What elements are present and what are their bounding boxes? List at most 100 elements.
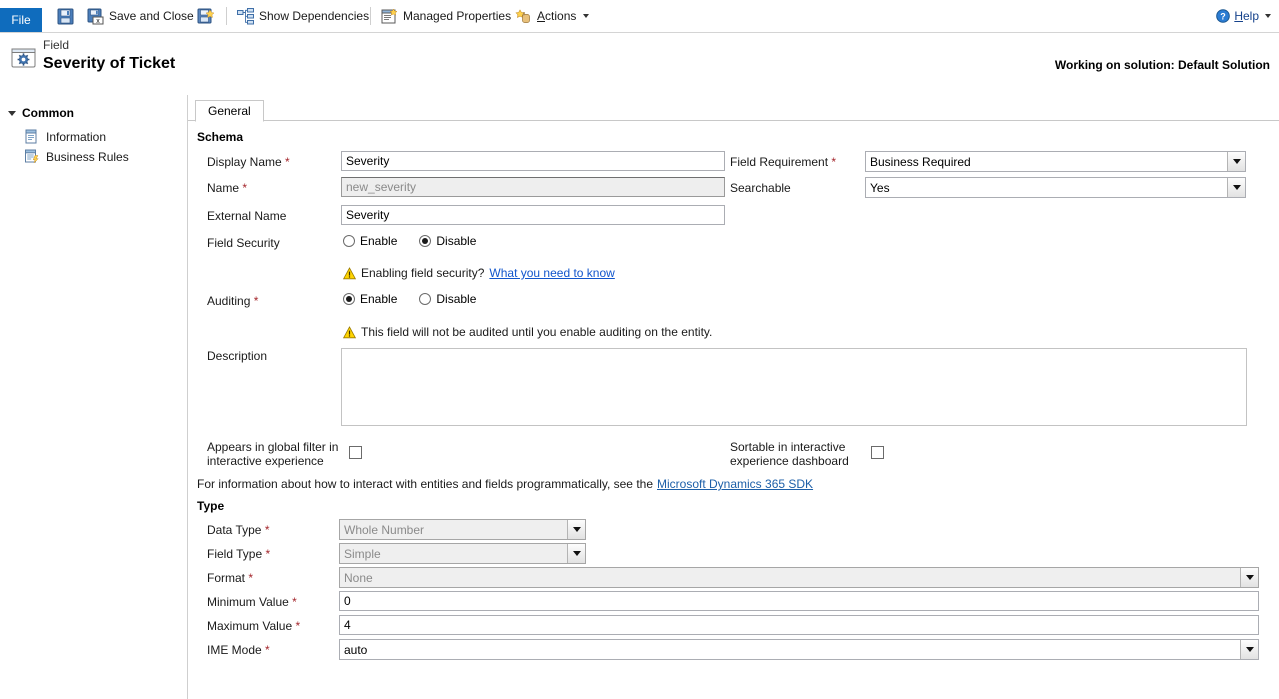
name-label: Name * bbox=[207, 181, 247, 195]
save-as-new-button[interactable] bbox=[194, 0, 217, 32]
field-entity-icon bbox=[10, 46, 37, 76]
show-dependencies-button[interactable]: Show Dependencies bbox=[234, 0, 372, 32]
save-and-close-button[interactable]: x Save and Close bbox=[84, 0, 197, 32]
required-asterisk: * bbox=[245, 571, 253, 585]
auditing-radio-group: Enable Disable bbox=[343, 292, 476, 306]
field-type-chevron-down-icon bbox=[567, 544, 585, 563]
sortable-label: Sortable in interactive experience dashb… bbox=[730, 440, 880, 468]
what-you-need-to-know-link[interactable]: What you need to know bbox=[489, 266, 614, 280]
ime-mode-select[interactable]: auto bbox=[339, 639, 1259, 660]
field-type-label-text: Field Type bbox=[207, 547, 262, 561]
required-asterisk: * bbox=[262, 643, 270, 657]
page-title: Severity of Ticket bbox=[43, 55, 175, 73]
help-accesskey: H bbox=[1234, 9, 1243, 23]
maximum-value-input[interactable] bbox=[339, 615, 1259, 635]
sortable-label-line2: experience dashboard bbox=[730, 454, 849, 468]
required-asterisk: * bbox=[261, 523, 269, 537]
field-requirement-select[interactable]: Business Required bbox=[865, 151, 1246, 172]
save-icon bbox=[57, 8, 74, 25]
dynamics-365-sdk-link[interactable]: Microsoft Dynamics 365 SDK bbox=[657, 477, 813, 491]
expand-collapse-icon bbox=[8, 111, 16, 116]
field-requirement-label-text: Field Requirement bbox=[730, 155, 828, 169]
ribbon-toolbar: File x bbox=[0, 0, 1279, 33]
field-security-enable-radio[interactable]: Enable bbox=[343, 234, 397, 248]
help-label-rest: elp bbox=[1243, 9, 1259, 23]
field-security-label: Field Security bbox=[207, 236, 280, 250]
sidebar-group-label: Common bbox=[22, 106, 74, 120]
required-asterisk: * bbox=[292, 619, 300, 633]
ime-mode-label-text: IME Mode bbox=[207, 643, 262, 657]
minimum-value-label: Minimum Value * bbox=[207, 595, 297, 609]
information-icon bbox=[24, 129, 39, 144]
field-requirement-chevron-down-icon[interactable] bbox=[1227, 152, 1245, 171]
data-type-label: Data Type * bbox=[207, 523, 270, 537]
file-tab-label: File bbox=[11, 13, 30, 27]
save-and-close-label: Save and Close bbox=[109, 9, 194, 23]
business-rules-icon bbox=[24, 149, 39, 164]
minimum-value-input[interactable] bbox=[339, 591, 1259, 611]
searchable-chevron-down-icon[interactable] bbox=[1227, 178, 1245, 197]
data-type-select: Whole Number bbox=[339, 519, 586, 540]
file-tab[interactable]: File bbox=[0, 8, 42, 32]
type-section-heading: Type bbox=[197, 499, 224, 513]
auditing-warning-text: This field will not be audited until you… bbox=[361, 325, 712, 339]
global-filter-label-line1: Appears in global filter in bbox=[207, 440, 338, 454]
sidebar-group-common[interactable]: Common bbox=[8, 106, 74, 120]
tab-strip: General bbox=[188, 100, 1279, 121]
auditing-enable-radio[interactable]: Enable bbox=[343, 292, 397, 306]
description-textarea[interactable] bbox=[341, 348, 1247, 426]
tab-general[interactable]: General bbox=[195, 100, 264, 122]
ime-mode-chevron-down-icon[interactable] bbox=[1240, 640, 1258, 659]
name-label-text: Name bbox=[207, 181, 239, 195]
data-type-chevron-down-icon bbox=[567, 520, 585, 539]
field-type-label: Field Type * bbox=[207, 547, 270, 561]
managed-properties-button[interactable]: Managed Properties bbox=[378, 0, 514, 32]
field-type-value: Simple bbox=[340, 547, 567, 561]
required-asterisk: * bbox=[282, 155, 290, 169]
global-filter-label: Appears in global filter in interactive … bbox=[207, 440, 347, 468]
sortable-checkbox[interactable] bbox=[871, 446, 884, 459]
searchable-select[interactable]: Yes bbox=[865, 177, 1246, 198]
header-kicker: Field bbox=[43, 38, 69, 52]
chevron-down-icon bbox=[583, 14, 589, 18]
field-editor-window: File x bbox=[0, 0, 1279, 699]
help-label: Help bbox=[1234, 9, 1259, 23]
save-as-new-icon bbox=[197, 8, 214, 25]
help-icon: ? bbox=[1216, 9, 1230, 23]
required-asterisk: * bbox=[289, 595, 297, 609]
field-security-disable-radio[interactable]: Disable bbox=[419, 234, 476, 248]
auditing-disable-label: Disable bbox=[436, 292, 476, 306]
radio-indicator bbox=[343, 235, 355, 247]
sidebar-item-business-rules[interactable]: Business Rules bbox=[24, 149, 129, 164]
format-label-text: Format bbox=[207, 571, 245, 585]
minimum-value-label-text: Minimum Value bbox=[207, 595, 289, 609]
show-dependencies-label: Show Dependencies bbox=[259, 9, 369, 23]
field-security-warning: Enabling field security? What you need t… bbox=[343, 266, 615, 280]
radio-indicator-selected bbox=[343, 293, 355, 305]
required-asterisk: * bbox=[239, 181, 247, 195]
sidebar-item-information[interactable]: Information bbox=[24, 129, 106, 144]
searchable-value: Yes bbox=[866, 181, 1227, 195]
field-requirement-label: Field Requirement * bbox=[730, 155, 836, 169]
display-name-input[interactable] bbox=[341, 151, 725, 171]
sidebar-item-business-rules-label: Business Rules bbox=[46, 150, 129, 164]
auditing-disable-radio[interactable]: Disable bbox=[419, 292, 476, 306]
field-type-select: Simple bbox=[339, 543, 586, 564]
searchable-label-text: Searchable bbox=[730, 181, 791, 195]
external-name-input[interactable] bbox=[341, 205, 725, 225]
radio-indicator bbox=[419, 293, 431, 305]
svg-text:x: x bbox=[96, 18, 100, 25]
actions-icon bbox=[515, 8, 532, 25]
actions-label-rest: ctions bbox=[545, 9, 576, 23]
format-label: Format * bbox=[207, 571, 253, 585]
actions-menu-button[interactable]: Actions bbox=[512, 0, 592, 32]
show-dependencies-icon bbox=[237, 8, 254, 25]
description-label: Description bbox=[207, 349, 267, 363]
schema-section-heading: Schema bbox=[197, 130, 243, 144]
auditing-warning: This field will not be audited until you… bbox=[343, 325, 712, 339]
field-security-disable-label: Disable bbox=[436, 234, 476, 248]
global-filter-checkbox[interactable] bbox=[349, 446, 362, 459]
ime-mode-label: IME Mode * bbox=[207, 643, 270, 657]
save-button[interactable] bbox=[54, 0, 77, 32]
help-button[interactable]: ? Help bbox=[1216, 0, 1271, 32]
